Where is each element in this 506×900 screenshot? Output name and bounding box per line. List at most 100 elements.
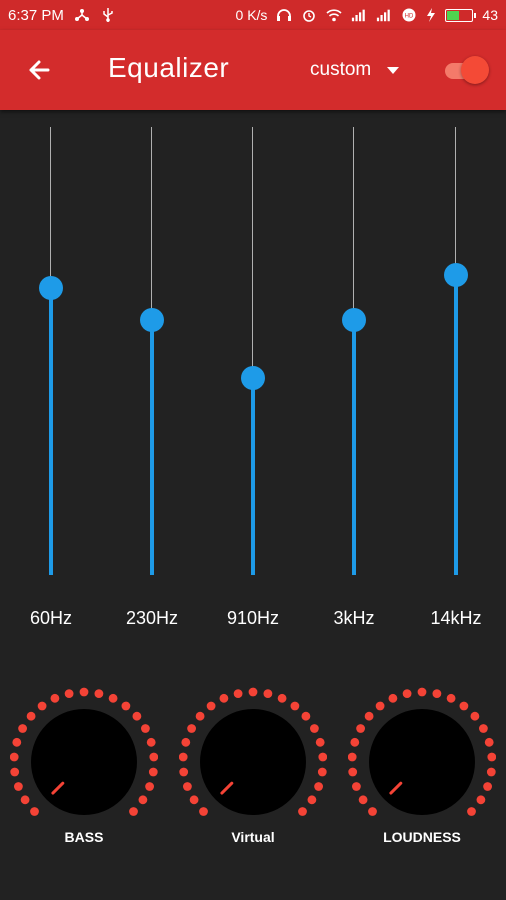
dial-body bbox=[369, 709, 475, 815]
dial-dot bbox=[20, 795, 30, 805]
preset-label: custom bbox=[310, 59, 372, 80]
slider-fill bbox=[454, 274, 458, 575]
dial-dot bbox=[352, 782, 361, 791]
dial-dot bbox=[315, 737, 325, 747]
dial-dot bbox=[356, 724, 365, 733]
band-slider-3khz[interactable] bbox=[342, 127, 366, 575]
status-time: 6:37 PM bbox=[8, 6, 64, 24]
dial-dot bbox=[486, 767, 496, 777]
dial-virtual[interactable] bbox=[179, 687, 327, 821]
network-speed: 0 K/s bbox=[235, 7, 268, 23]
dial-dot bbox=[199, 807, 208, 816]
slider-thumb[interactable] bbox=[241, 365, 265, 390]
dial-dot bbox=[12, 737, 22, 747]
dial-dot bbox=[298, 807, 307, 816]
dial-bass[interactable] bbox=[10, 687, 158, 821]
headphones-icon bbox=[277, 9, 292, 21]
share-icon bbox=[74, 9, 89, 21]
dial-dot bbox=[301, 711, 311, 721]
back-arrow-icon[interactable] bbox=[24, 55, 54, 85]
dial-dot bbox=[484, 737, 494, 747]
dial-dot bbox=[233, 689, 243, 698]
dial-dot bbox=[141, 724, 150, 733]
dial-dot bbox=[10, 767, 20, 777]
dial-dot bbox=[219, 693, 229, 703]
dial-dot bbox=[432, 689, 442, 698]
dial-dot bbox=[37, 701, 47, 711]
preset-dropdown[interactable]: custom bbox=[310, 59, 400, 81]
svg-text:HD: HD bbox=[405, 14, 414, 20]
dial-dot bbox=[18, 724, 27, 733]
dial-dot bbox=[30, 807, 39, 816]
dial-dot bbox=[79, 687, 89, 697]
dial-dot bbox=[248, 687, 258, 697]
dial-dot bbox=[64, 689, 74, 698]
page-title: Equalizer bbox=[108, 52, 230, 83]
band-slider-910hz[interactable] bbox=[241, 127, 265, 575]
slider-fill bbox=[251, 377, 255, 575]
alarm-icon bbox=[303, 10, 316, 22]
band-label: 230Hz bbox=[125, 608, 179, 628]
dial-dot bbox=[14, 782, 23, 791]
slider-thumb[interactable] bbox=[342, 307, 366, 332]
dial-dot bbox=[189, 795, 199, 805]
dial-graphic bbox=[179, 687, 327, 816]
band-slider-60hz[interactable] bbox=[39, 127, 63, 575]
dial-dot bbox=[187, 724, 196, 733]
band-label: 14kHz bbox=[430, 608, 482, 628]
dial-loudness[interactable] bbox=[348, 687, 496, 821]
dial-dot bbox=[108, 693, 118, 703]
dial-dot bbox=[181, 737, 191, 747]
dial-dot bbox=[290, 701, 300, 711]
dial-dot bbox=[121, 701, 131, 711]
dial-dot bbox=[350, 737, 360, 747]
status-bar: 6:37 PM 0 K/s HD 43 bbox=[0, 0, 506, 30]
slider-thumb[interactable] bbox=[140, 307, 164, 332]
dial-dot bbox=[358, 795, 368, 805]
dial-graphic bbox=[10, 687, 158, 816]
signal-icon bbox=[352, 9, 366, 22]
dial-dot bbox=[26, 711, 36, 721]
dial-dot bbox=[375, 701, 385, 711]
dial-dot bbox=[179, 767, 189, 777]
dial-dot bbox=[132, 711, 142, 721]
band-label: 60Hz bbox=[29, 608, 73, 628]
usb-icon bbox=[103, 8, 113, 22]
slider-fill bbox=[352, 319, 356, 575]
charging-icon bbox=[427, 8, 436, 22]
slider-thumb[interactable] bbox=[444, 262, 468, 287]
battery-icon bbox=[445, 8, 477, 22]
dial-dot bbox=[206, 701, 216, 711]
app-bar: Equalizer custom bbox=[0, 30, 506, 110]
dial-dot bbox=[317, 767, 327, 777]
battery-level: 43 bbox=[482, 7, 498, 23]
dial-dot bbox=[479, 724, 488, 733]
dial-dot bbox=[145, 782, 155, 791]
dial-dot bbox=[263, 689, 273, 698]
band-slider-14khz[interactable] bbox=[444, 127, 468, 575]
wifi-icon bbox=[326, 9, 342, 22]
chevron-down-icon bbox=[387, 66, 400, 74]
dial-dot bbox=[417, 687, 427, 697]
slider-fill bbox=[150, 319, 154, 575]
dial-body bbox=[31, 709, 137, 815]
dial-dot bbox=[183, 782, 192, 791]
slider-fill bbox=[49, 288, 53, 575]
dial-dot bbox=[487, 752, 496, 762]
dial-dot bbox=[314, 782, 323, 791]
slider-thumb[interactable] bbox=[39, 276, 63, 301]
dial-dot bbox=[149, 752, 158, 762]
dial-dot bbox=[179, 752, 188, 762]
equalizer-toggle[interactable] bbox=[445, 56, 491, 86]
dial-dot bbox=[388, 693, 398, 703]
dial-graphic bbox=[348, 687, 496, 816]
dial-dot bbox=[364, 711, 374, 721]
band-slider-230hz[interactable] bbox=[140, 127, 164, 575]
dial-dot bbox=[348, 767, 358, 777]
dial-dot bbox=[402, 689, 412, 698]
dial-dot bbox=[94, 689, 104, 698]
band-label: 910Hz bbox=[226, 608, 280, 628]
toggle-thumb bbox=[461, 56, 489, 84]
dial-dot bbox=[310, 724, 319, 733]
dial-dot bbox=[470, 711, 480, 721]
